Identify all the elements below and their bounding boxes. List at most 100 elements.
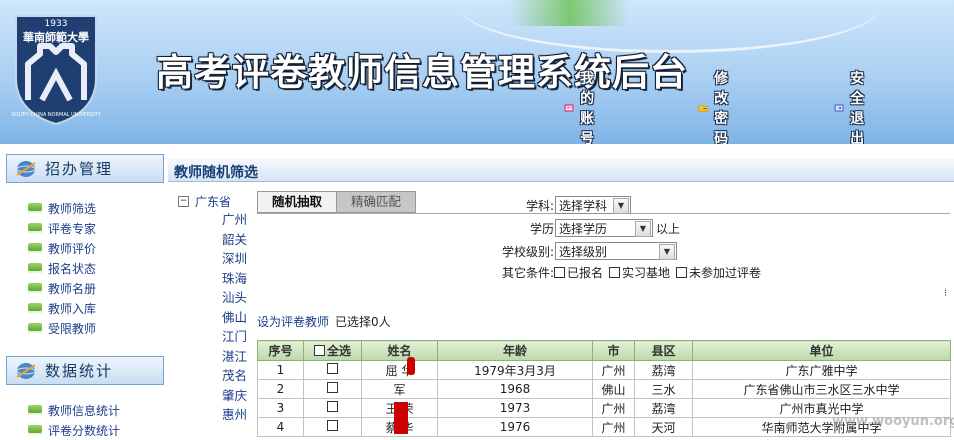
registered-checkbox[interactable]: 已报名 — [554, 264, 603, 281]
col-header-no: 序号 — [257, 340, 304, 361]
col-header-district[interactable]: 县区 — [634, 340, 693, 361]
cell-select[interactable] — [303, 379, 362, 399]
checkbox-label: 已报名 — [567, 265, 604, 280]
book-icon — [28, 303, 42, 313]
cell-age: 1979年3月3月 — [437, 360, 593, 380]
col-header-unit[interactable]: 单位 — [692, 340, 951, 361]
tree-item-city[interactable]: 江门 — [222, 327, 248, 347]
globe-icon — [16, 362, 36, 379]
school-level-select-value: 选择级别 — [559, 244, 608, 259]
book-icon — [28, 203, 42, 213]
cell-city: 广州 — [592, 398, 635, 418]
tree-item-city[interactable]: 茂名 — [222, 366, 248, 386]
header-banner: 1933 華南師範大學 SOUTH CHINA NORMAL UNIVERSIT… — [0, 0, 954, 144]
col-header-select-all[interactable]: 全选 — [303, 340, 362, 361]
set-as-grader-link[interactable]: 设为评卷教师 — [257, 313, 329, 330]
checkbox-box[interactable] — [609, 266, 621, 278]
cell-select[interactable] — [303, 398, 362, 418]
col-header-name[interactable]: 姓名 — [361, 340, 438, 361]
education-label: 学历 — [529, 221, 554, 236]
cell-no: 2 — [257, 379, 304, 399]
sidebar-item-import[interactable]: 教师入库 — [28, 298, 96, 318]
chevron-down-icon: ▼ — [659, 244, 675, 260]
book-icon — [28, 243, 42, 253]
sidebar-item-label: 教师信息统计 — [48, 403, 121, 418]
school-level-select[interactable]: 选择级别 ▼ — [555, 242, 677, 260]
row-checkbox[interactable] — [327, 401, 338, 412]
row-checkbox[interactable] — [327, 382, 338, 393]
watermark: www.wooyun.org — [832, 414, 954, 429]
tab-exact-match[interactable]: 精确匹配 — [336, 191, 417, 213]
school-level-label: 学校级别: — [501, 244, 554, 259]
subject-select[interactable]: 选择学科 ▼ — [555, 196, 631, 214]
sidebar-item-restricted[interactable]: 受限教师 — [28, 318, 96, 338]
tree-item-city[interactable]: 珠海 — [222, 269, 248, 289]
page-title-bar: 教师随机筛选 — [168, 159, 954, 182]
col-header-city[interactable]: 市 — [592, 340, 635, 361]
change-password-link[interactable]: 修改密码 — [698, 71, 740, 144]
row-checkbox[interactable] — [327, 363, 338, 374]
cell-select[interactable] — [303, 360, 362, 380]
chevron-down-icon: ▼ — [613, 198, 629, 214]
cell-city: 广州 — [592, 360, 635, 380]
exit-icon — [834, 104, 844, 112]
select-all-checkbox[interactable] — [313, 345, 325, 356]
checkbox-box[interactable] — [554, 266, 565, 278]
tree-item-city[interactable]: 佛山 — [222, 308, 248, 328]
sidebar-item-label: 报名状态 — [48, 261, 97, 276]
logo-name-cn: 華南師範大學 — [23, 30, 89, 44]
checkbox-box[interactable] — [676, 266, 688, 278]
book-icon — [28, 323, 42, 333]
tree-root[interactable]: − 广东省 — [178, 192, 248, 210]
tree-item-city[interactable]: 肇庆 — [222, 386, 248, 406]
col-header-age[interactable]: 年龄 — [437, 340, 593, 361]
sidebar-item-teacher-stats[interactable]: 教师信息统计 — [28, 400, 120, 420]
tree-item-city[interactable]: 韶关 — [222, 230, 248, 250]
sidebar-item-label: 教师评价 — [48, 241, 97, 256]
cell-no: 3 — [257, 398, 304, 418]
cell-name: 屈 华 — [361, 360, 438, 380]
chevron-down-icon: ▼ — [635, 221, 651, 237]
book-icon — [28, 223, 42, 233]
checkbox-label: 实习基地 — [622, 265, 671, 280]
redaction-mark — [407, 357, 415, 375]
subject-label: 学科: — [525, 198, 554, 213]
internship-base-checkbox[interactable]: 实习基地 — [609, 264, 670, 281]
sidebar-section-admission[interactable]: 招办管理 — [6, 154, 164, 183]
table-row[interactable]: 2 军 1968 佛山 三水 广东省佛山市三水区三水中学 — [257, 379, 951, 399]
cell-unit: 广东省佛山市三水区三水中学 — [692, 379, 951, 399]
account-icon — [564, 104, 574, 112]
logout-label: 安全退出 — [850, 71, 865, 144]
education-select[interactable]: 选择学历 ▼ — [555, 219, 653, 237]
sidebar-item-label: 评卷分数统计 — [48, 423, 121, 438]
sidebar-item-teacher-filter[interactable]: 教师筛选 — [28, 198, 96, 218]
sidebar-item-roster[interactable]: 教师名册 — [28, 278, 96, 298]
sidebar-item-evaluation[interactable]: 教师评价 — [28, 238, 96, 258]
sidebar-item-score-stats[interactable]: 评卷分数统计 — [28, 420, 120, 440]
tree-item-city[interactable]: 惠州 — [222, 405, 248, 425]
sidebar-item-experts[interactable]: 评卷专家 — [28, 218, 96, 238]
tree-item-city[interactable]: 汕头 — [222, 288, 248, 308]
education-suffix: 以上 — [656, 221, 681, 236]
tab-random-draw[interactable]: 随机抽取 — [257, 191, 338, 213]
sidebar-section-statistics[interactable]: 数据统计 — [6, 356, 164, 385]
tree-item-city[interactable]: 广州 — [222, 210, 248, 230]
collapse-icon[interactable]: − — [178, 195, 189, 207]
logout-link[interactable]: 安全退出 — [834, 71, 876, 144]
tree-root-label: 广东省 — [195, 194, 232, 209]
scroll-right-icon[interactable]: ⁝ — [944, 288, 954, 302]
table-row[interactable]: 1 屈 华 1979年3月3月 广州 荔湾 广东广雅中学 — [257, 360, 951, 380]
my-account-link[interactable]: 我的账号 — [564, 71, 606, 144]
tree-item-city[interactable]: 湛江 — [222, 347, 248, 367]
book-icon — [28, 263, 42, 273]
sidebar-item-label: 评卷专家 — [48, 221, 97, 236]
row-checkbox[interactable] — [327, 420, 338, 431]
never-graded-checkbox[interactable]: 未参加过评卷 — [676, 264, 761, 281]
sidebar-item-registration-status[interactable]: 报名状态 — [28, 258, 96, 278]
tree-item-city[interactable]: 深圳 — [222, 249, 248, 269]
table-header-row: 序号 全选 姓名 年龄 市 县区 单位 — [257, 340, 951, 361]
education-row: 学历 选择学历 ▼ 以上 — [470, 218, 680, 238]
selected-count-text: 已选择0人 — [335, 313, 391, 330]
book-icon — [28, 283, 42, 293]
book-icon — [28, 405, 42, 415]
